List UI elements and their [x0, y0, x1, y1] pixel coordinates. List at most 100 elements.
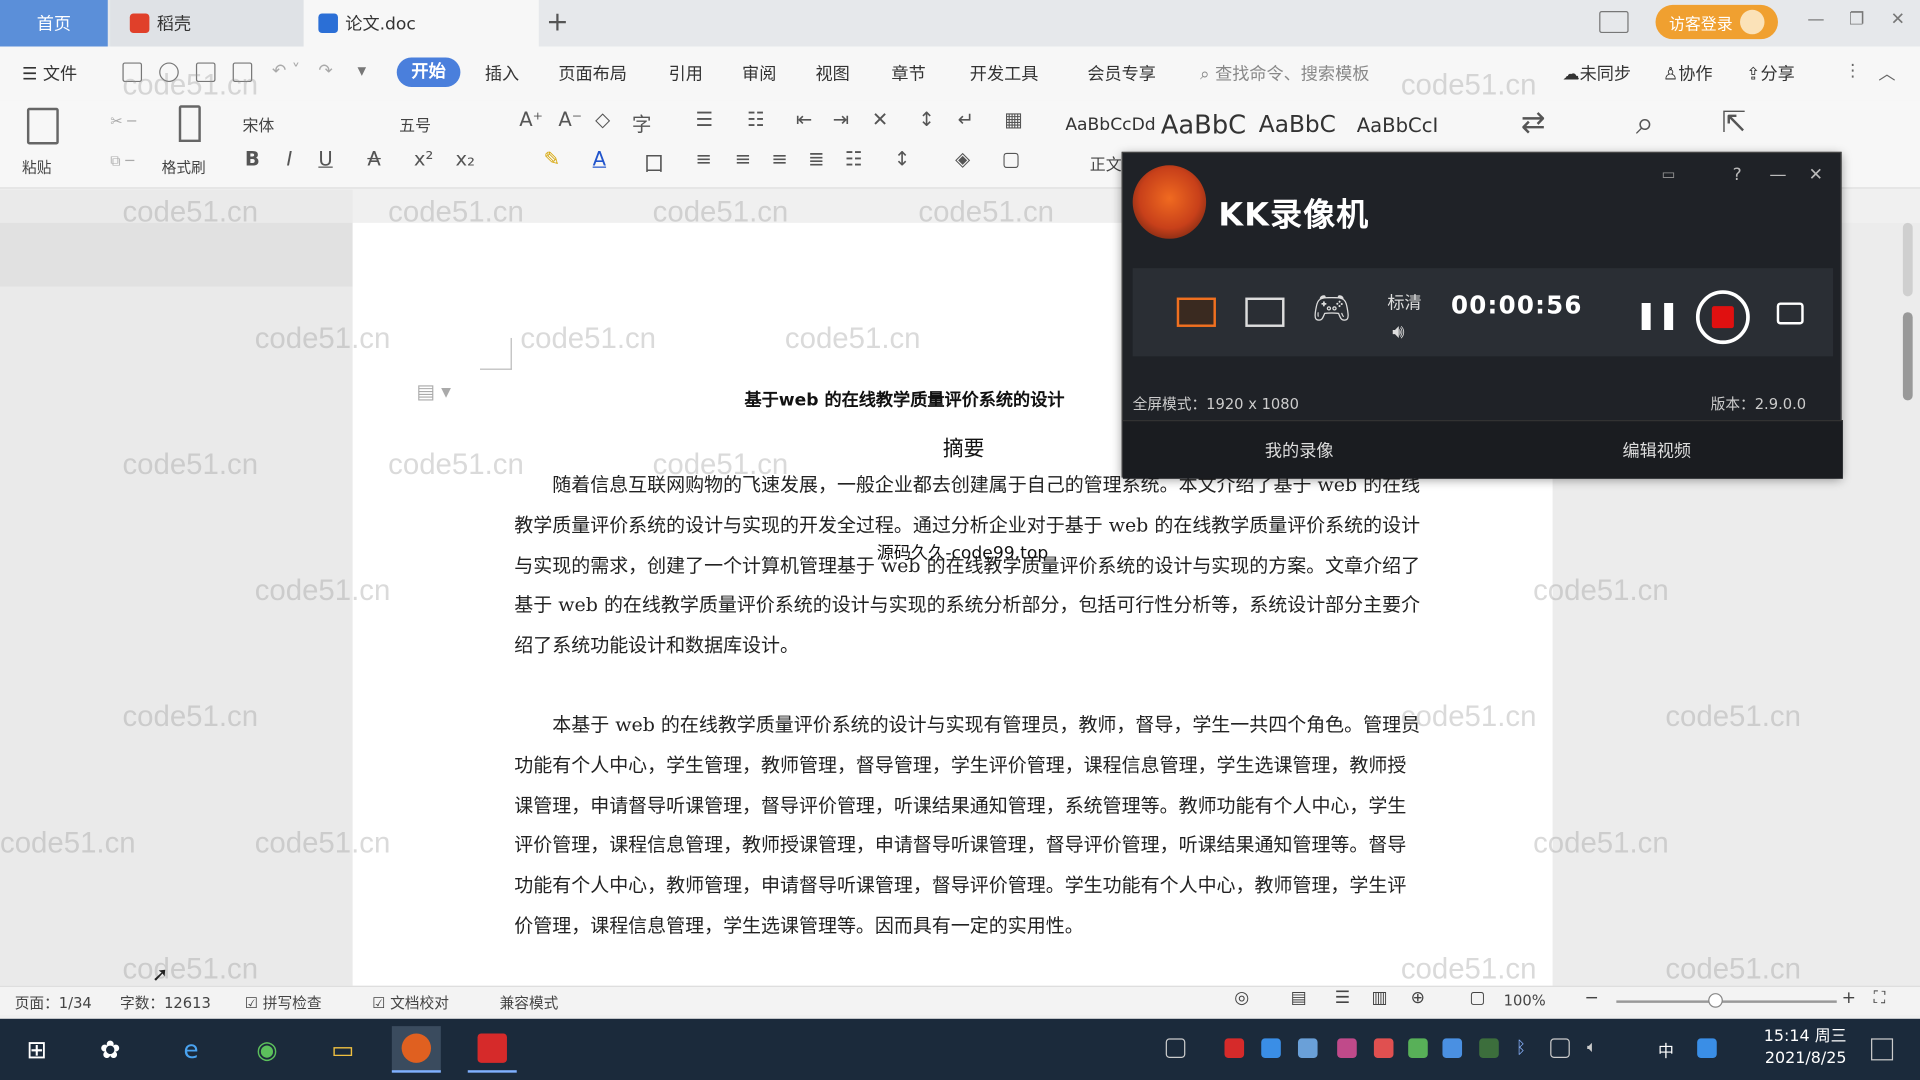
visitor-login-button[interactable]: 访客登录	[1655, 4, 1778, 40]
align-left-icon[interactable]: ≡	[696, 147, 712, 170]
undo-history-icon[interactable]	[159, 62, 179, 83]
sync-status[interactable]: ☁未同步	[1562, 61, 1631, 85]
system-clock[interactable]: 15:14 周三 2021/8/25	[1749, 1026, 1847, 1070]
navigation-pane-item[interactable]	[0, 222, 353, 287]
tray-app-icon[interactable]	[1408, 1038, 1428, 1058]
undo-icon[interactable]: ↶ ˅	[272, 61, 300, 81]
zoom-slider-thumb[interactable]	[1708, 993, 1723, 1008]
justify-icon[interactable]: ≣	[808, 147, 824, 170]
wps-taskbar-icon[interactable]	[467, 1026, 517, 1073]
table-icon[interactable]: ▦	[1004, 108, 1023, 131]
menu-member[interactable]: 会员专享	[1087, 61, 1156, 85]
page-view-icon[interactable]: ▤	[1291, 988, 1307, 1008]
ime-indicator[interactable]: 中	[1658, 1038, 1674, 1061]
ie-browser-icon[interactable]: e	[167, 1026, 216, 1073]
kk-recorder-window[interactable]: KK录像机 ▭ ? — ✕ 🎮︎ 标清 🔊︎ 00:00:56 ❚❚ 全屏模式：…	[1121, 151, 1843, 479]
clear-format-icon[interactable]: ◇	[595, 108, 610, 131]
fullscreen-icon[interactable]: ⛶	[1873, 988, 1885, 1008]
quality-select[interactable]: 标清	[1387, 290, 1421, 314]
zoom-slider[interactable]	[1616, 1000, 1837, 1003]
find-replace-icon[interactable]: ⌕	[1636, 105, 1654, 143]
minimize-button[interactable]: —	[1807, 10, 1824, 30]
more-icon[interactable]: ⋮	[1844, 61, 1861, 81]
line-spacing-icon[interactable]: ↕	[894, 147, 910, 170]
numbered-list-icon[interactable]: ☷	[747, 108, 765, 131]
vertical-scrollbar[interactable]	[1902, 312, 1913, 401]
font-grow-icon[interactable]: A⁺	[519, 108, 543, 131]
save-icon[interactable]	[122, 62, 143, 83]
page-indicator[interactable]: 页面：1/34	[15, 992, 92, 1013]
chinese-layout-icon[interactable]: ✕	[872, 108, 888, 131]
search-command[interactable]: ⌕ 查找命令、搜索模板	[1200, 61, 1369, 85]
pause-icon[interactable]: ❚❚	[1635, 300, 1680, 331]
shield-icon[interactable]	[1297, 1038, 1318, 1058]
collapse-ribbon-icon[interactable]: ︿	[1878, 61, 1895, 85]
italic-icon[interactable]: I	[287, 147, 293, 170]
phonetic-icon[interactable]: 字	[632, 108, 652, 137]
stop-record-button[interactable]	[1695, 290, 1750, 345]
file-explorer-icon[interactable]: ▭	[318, 1026, 367, 1073]
region-mode-icon[interactable]	[1245, 297, 1285, 327]
menu-reference[interactable]: 引用	[669, 61, 703, 85]
help-icon[interactable]: ?	[1733, 165, 1742, 185]
volume-icon[interactable]: 🔈︎	[1587, 1038, 1607, 1058]
zoom-level[interactable]: 100%	[1504, 992, 1546, 1009]
style-preview-1[interactable]: AaBbCcDd	[1065, 115, 1155, 135]
layout-icon[interactable]	[1599, 11, 1629, 34]
align-right-icon[interactable]: ≡	[771, 147, 787, 170]
app-icon-1[interactable]: ✿	[86, 1026, 135, 1073]
clipboard-options-icon[interactable]: ▤ ▾	[416, 380, 451, 403]
distribute-icon[interactable]: ☷	[845, 147, 863, 170]
game-mode-icon[interactable]: 🎮︎	[1311, 290, 1351, 327]
close-button[interactable]: ✕	[1891, 10, 1905, 30]
zoom-out-icon[interactable]: −	[1585, 988, 1599, 1008]
recorder-menu-icon[interactable]: ▭	[1662, 165, 1676, 182]
eye-protection-icon[interactable]: ◎	[1234, 988, 1249, 1008]
bold-icon[interactable]: B	[245, 147, 260, 170]
superscript-icon[interactable]: x²	[414, 147, 433, 170]
font-size-select[interactable]: 五号	[399, 113, 431, 136]
style-preview-4[interactable]: AaBbCcI	[1357, 114, 1439, 137]
new-tab-button[interactable]: +	[546, 7, 569, 38]
windows-start-icon[interactable]: ⊞	[12, 1026, 61, 1073]
my-records-button[interactable]: 我的录像	[1265, 438, 1334, 462]
tray-app-icon[interactable]	[1261, 1038, 1281, 1058]
recorder-close-button[interactable]: ✕	[1809, 165, 1823, 185]
screenshot-camera-icon[interactable]	[1776, 302, 1804, 325]
spell-check[interactable]: ☑ 拼写检查	[245, 992, 322, 1013]
menu-chapter[interactable]: 章节	[891, 61, 925, 85]
decrease-indent-icon[interactable]: ⇤	[796, 108, 812, 131]
tray-app-icon[interactable]	[1224, 1038, 1245, 1058]
reading-view-icon[interactable]: ▥	[1371, 988, 1387, 1008]
show-marks-icon[interactable]: ↵	[958, 108, 974, 131]
collab-button[interactable]: ♙协作	[1663, 61, 1713, 85]
bluetooth-icon[interactable]: ᛒ	[1516, 1038, 1536, 1058]
web-view-icon[interactable]: ⊕	[1411, 988, 1425, 1008]
font-shrink-icon[interactable]: A⁻	[558, 108, 582, 131]
font-color-icon[interactable]: A	[593, 147, 606, 170]
text-tools-icon[interactable]: ⇄	[1521, 105, 1546, 139]
menu-view[interactable]: 视图	[816, 61, 850, 85]
bullet-list-icon[interactable]: ☰	[696, 108, 714, 131]
tab-home[interactable]: 首页	[0, 0, 108, 47]
tray-app-icon[interactable]	[1373, 1038, 1394, 1058]
underline-icon[interactable]: U	[318, 147, 332, 170]
tab-document[interactable]: 论文.doc	[303, 0, 539, 47]
copy-icon[interactable]: ⧉ ─	[110, 152, 134, 170]
browser-360-icon[interactable]: ◉	[242, 1026, 291, 1073]
recorder-minimize-button[interactable]: —	[1769, 165, 1786, 185]
shading-icon[interactable]: ◈	[955, 147, 970, 170]
font-name-select[interactable]: 宋体	[242, 113, 274, 136]
print-preview-icon[interactable]	[232, 62, 253, 83]
word-count[interactable]: 字数：12613	[120, 992, 211, 1013]
cut-icon[interactable]: ✂ ─	[110, 113, 136, 130]
volume-icon[interactable]: 🔊︎	[1392, 320, 1404, 344]
format-painter-icon[interactable]	[178, 105, 201, 143]
paste-icon[interactable]	[26, 107, 59, 145]
share-button[interactable]: ⇪分享	[1746, 61, 1795, 85]
style-preview-3[interactable]: AaBbC	[1259, 111, 1336, 138]
outline-view-icon[interactable]: ☰	[1335, 988, 1350, 1008]
doc-check[interactable]: ☑ 文档校对	[372, 992, 449, 1013]
char-border-icon[interactable]: 囗	[644, 147, 664, 176]
print-icon[interactable]	[195, 62, 216, 83]
